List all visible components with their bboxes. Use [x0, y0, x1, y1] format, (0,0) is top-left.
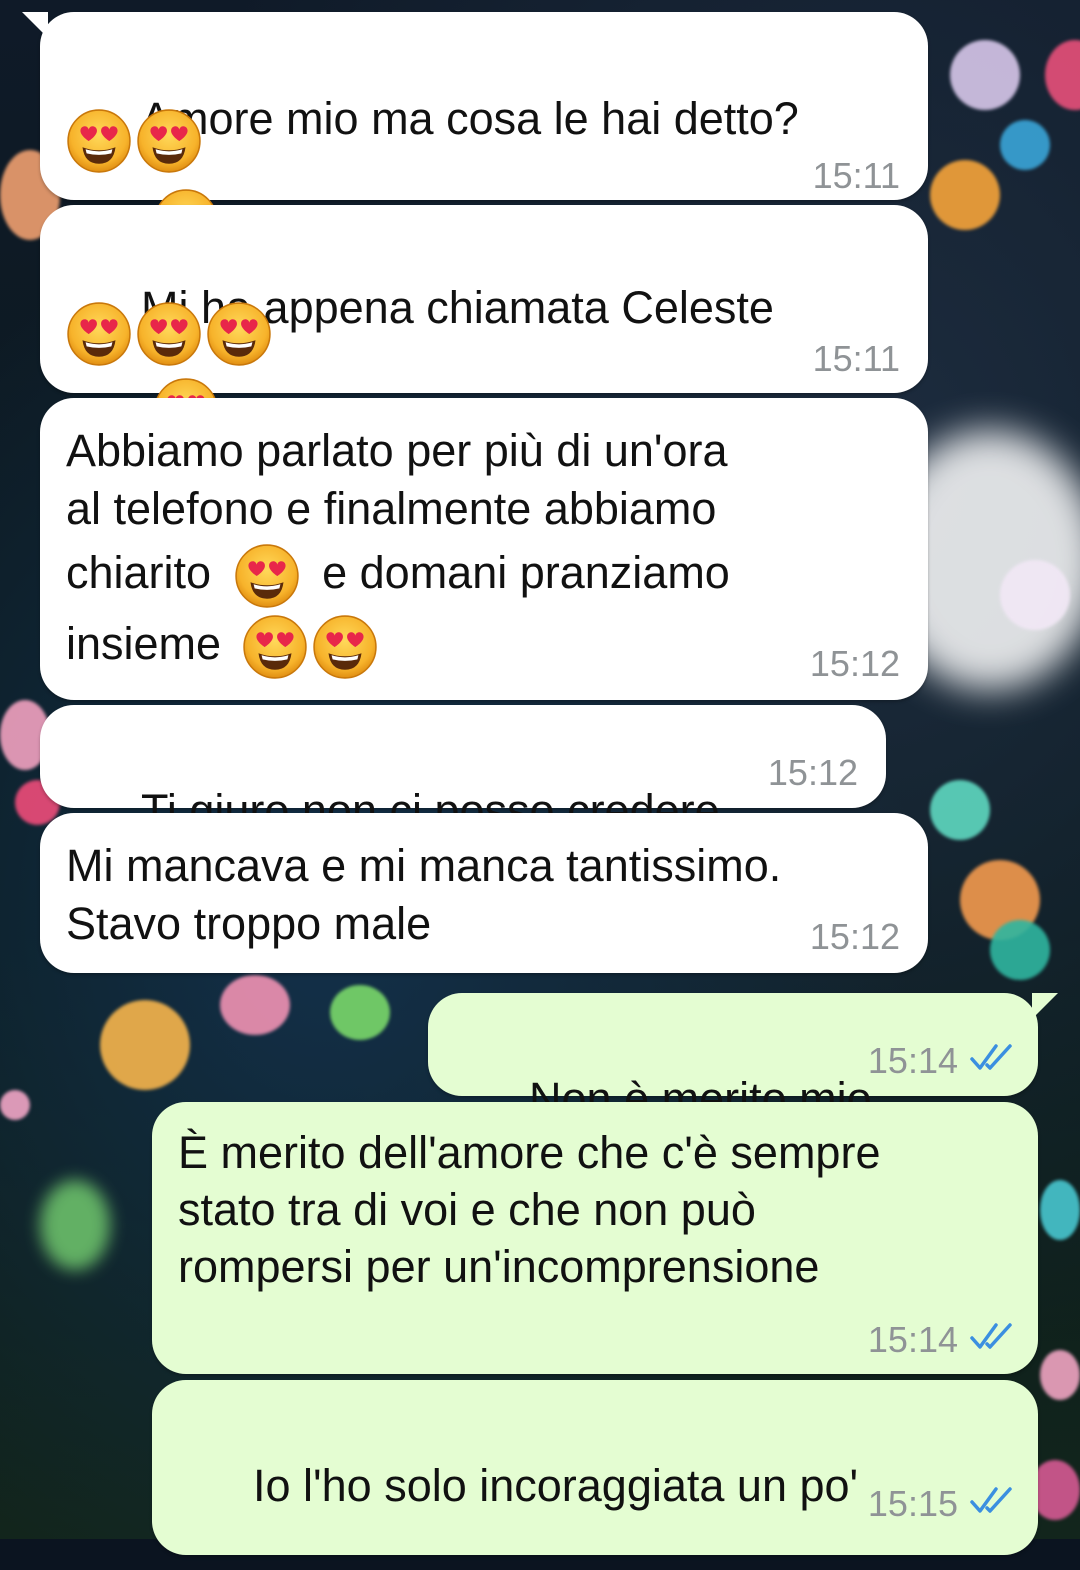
message-bubble-incoming[interactable]: Amore mio ma cosa le hai detto? 15:11	[22, 12, 928, 253]
message-line-with-emoji: insieme	[66, 609, 730, 680]
message-line: Amore mio ma cosa le hai detto?	[141, 93, 799, 144]
message-line: stato tra di voi e che non può	[178, 1184, 756, 1235]
message-bubble-outgoing[interactable]: È merito dell'amore che c'è sempre stato…	[152, 1102, 1038, 1374]
message-bubble-incoming[interactable]: Mi mancava e mi manca tantissimo. Stavo …	[40, 813, 928, 973]
heart-eyes-emoji	[312, 614, 378, 680]
message-line: Stavo troppo male	[66, 898, 432, 949]
heart-eyes-emoji	[234, 543, 300, 609]
bubble-tail	[1032, 993, 1058, 1019]
message-timestamp: 15:12	[809, 643, 900, 684]
message-timestamp: 15:12	[809, 916, 900, 957]
message-line: Io l'ho solo incoraggiata un po'	[253, 1460, 859, 1511]
message-bubble-incoming[interactable]: Abbiamo parlato per più di un'ora al tel…	[40, 398, 928, 700]
message-line: e domani pranziamo	[322, 547, 730, 598]
message-text: Io l'ho solo incoraggiata un po'	[178, 1402, 858, 1570]
message-line: al telefono e finalmente abbiamo	[66, 483, 717, 534]
emoji-row	[66, 108, 206, 174]
message-bubble-incoming[interactable]: Ti giuro non ci posso credere 15:12	[40, 705, 886, 836]
read-double-check-icon	[970, 1323, 1012, 1349]
message-timestamp: 15:14	[867, 1040, 958, 1081]
heart-eyes-emoji	[206, 301, 272, 367]
heart-eyes-emoji	[66, 108, 132, 174]
message-timestamp: 15:15	[867, 1483, 958, 1524]
chat-conversation: Amore mio ma cosa le hai detto? 15:11 Mi…	[0, 0, 1080, 1555]
heart-eyes-emoji	[136, 301, 202, 367]
message-text: Mi mancava e mi manca tantissimo. Stavo …	[66, 837, 781, 953]
message-timestamp: 15:12	[767, 752, 858, 793]
heart-eyes-emoji	[136, 108, 202, 174]
heart-eyes-emoji	[242, 614, 308, 680]
message-line: È merito dell'amore che c'è sempre	[178, 1127, 881, 1178]
message-bubble-outgoing[interactable]: Io l'ho solo incoraggiata un po' 15:15	[152, 1380, 1038, 1555]
bubble-tail	[22, 12, 48, 38]
message-line: Mi mancava e mi manca tantissimo.	[66, 840, 782, 891]
message-line: insieme	[66, 618, 222, 670]
message-line: rompersi per un'incomprensione	[178, 1241, 820, 1292]
message-timestamp: 15:11	[812, 338, 900, 379]
message-line-with-emoji: chiarito e domani pranziamo	[66, 538, 730, 609]
message-bubble-incoming[interactable]: Mi ha appena chiamata Celeste 15:11	[40, 205, 928, 442]
message-text: È merito dell'amore che c'è sempre stato…	[178, 1124, 880, 1295]
message-timestamp: 15:11	[812, 155, 900, 196]
emoji-row	[66, 301, 276, 367]
message-line: chiarito	[66, 547, 212, 598]
read-double-check-icon	[970, 1044, 1012, 1070]
message-line: Abbiamo parlato per più di un'ora	[66, 425, 728, 476]
read-double-check-icon	[970, 1487, 1012, 1513]
heart-eyes-emoji	[66, 301, 132, 367]
message-timestamp: 15:14	[867, 1319, 958, 1360]
message-text: Abbiamo parlato per più di un'ora al tel…	[66, 422, 730, 680]
message-bubble-outgoing[interactable]: Non è merito mio 15:14	[428, 993, 1058, 1124]
